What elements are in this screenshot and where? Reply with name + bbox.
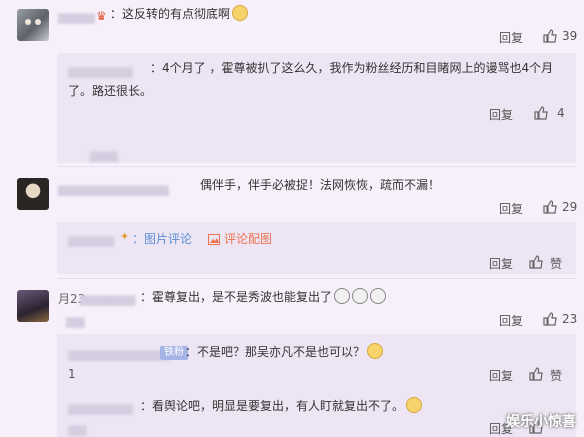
username[interactable]: ▆▆▆▆: [58, 10, 95, 24]
username[interactable]: ▆▆▆▆▆▆▆▆▆▆▆▆: [58, 182, 169, 196]
reply-text: ：不是吧？那吴亦凡不是也可以？: [185, 342, 384, 362]
comment-text: ：这反转的有点彻底啊: [110, 4, 249, 24]
reply-button[interactable]: 回复: [499, 200, 523, 217]
like-count: 4: [557, 106, 565, 120]
divider: [57, 278, 576, 279]
reply-button[interactable]: 回复: [499, 312, 523, 329]
emoji-icon: [406, 397, 423, 413]
like-label[interactable]: 赞: [550, 367, 562, 384]
avatar[interactable]: [17, 290, 49, 322]
reply-button[interactable]: 回复: [499, 29, 523, 46]
timestamp: ▆▆: [68, 422, 87, 436]
reply-button[interactable]: 回复: [489, 367, 513, 384]
like-count: 29: [562, 200, 578, 214]
reply-button[interactable]: 回复: [489, 255, 513, 272]
reply-button[interactable]: 回复: [489, 106, 513, 123]
thumb-up-icon[interactable]: [543, 312, 557, 326]
emoji-icon: [352, 288, 369, 304]
like-label[interactable]: 赞: [550, 255, 562, 272]
reply-username[interactable]: ▆▆▆▆▆▆▆▆▆▆▆: [68, 347, 170, 361]
picture-config-link[interactable]: 评论配图: [224, 229, 272, 249]
reply-username[interactable]: ▆▆▆▆▆▆▆: [68, 64, 133, 78]
thumb-up-icon[interactable]: [529, 367, 543, 381]
avatar[interactable]: [17, 9, 49, 41]
thumb-up-icon[interactable]: [543, 29, 557, 43]
reply-text-cont: 了。路还很长。: [68, 84, 153, 98]
collapsed-hint: ▆▆▆: [90, 148, 118, 162]
picture-icon: [208, 234, 220, 245]
emoji-icon: [370, 288, 387, 304]
reply-username[interactable]: ▆▆▆▆▆▆▆: [68, 401, 133, 415]
thumb-up-icon[interactable]: [529, 255, 543, 269]
reply-text: ：4个月了 ，霍尊被扒了这么久，我作为粉丝经历和目睹网上的谩骂也4个月: [150, 61, 554, 75]
picture-comment-link[interactable]: ：图片评论: [132, 229, 192, 249]
divider: [57, 166, 576, 167]
like-count: 39: [562, 29, 578, 43]
emoji-icon: [232, 5, 249, 21]
watermark: 娱乐小惊喜: [506, 414, 576, 430]
thumb-up-icon[interactable]: [543, 200, 557, 214]
emoji-icon: [334, 288, 351, 304]
avatar[interactable]: [17, 178, 49, 210]
reply-username[interactable]: ▆▆▆▆▆: [68, 233, 114, 247]
sub-count: 1: [68, 367, 76, 381]
emoji-icon: [367, 343, 384, 359]
level-icon: ♛: [96, 9, 107, 23]
reply-text: ：看舆论吧，明显是要复出，有人盯就复出不了。: [140, 396, 423, 416]
username[interactable]: ▆▆▆▆▆▆: [80, 292, 135, 306]
fan-badge: 铁粉: [160, 346, 188, 360]
comment-text: ：霍尊复出，是不是秀波也能复出了: [140, 287, 387, 307]
sparkle-icon: ✦: [120, 230, 130, 243]
thumb-up-icon[interactable]: [534, 106, 548, 120]
comment-text: 偶伴手，伴手必被捉！法网恢恢，疏而不漏！: [200, 178, 441, 192]
like-count: 23: [562, 312, 578, 326]
timestamp: ▆▆: [66, 314, 85, 328]
